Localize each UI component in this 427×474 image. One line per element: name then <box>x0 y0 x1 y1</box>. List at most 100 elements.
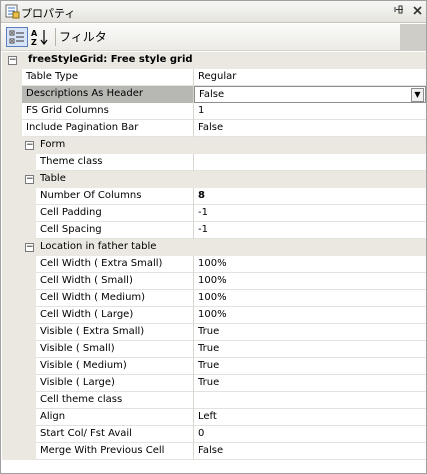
property-row[interactable]: Cell Width ( Medium) 100% <box>2 290 426 307</box>
property-name: Visible ( Small) <box>40 343 115 354</box>
row-gutter <box>2 69 22 86</box>
collapse-icon[interactable]: − <box>8 56 17 65</box>
property-value-text: 1 <box>198 105 205 116</box>
row-gutter <box>2 188 22 205</box>
property-value[interactable]: False <box>194 120 426 137</box>
property-row[interactable]: Number Of Columns 8 <box>2 188 426 205</box>
row-gutter <box>2 290 22 307</box>
collapse-icon[interactable]: − <box>25 243 34 252</box>
property-row[interactable]: Theme class <box>2 154 426 171</box>
property-row[interactable]: Merge With Previous Cell False <box>2 443 426 460</box>
property-value[interactable]: -1 <box>194 222 426 239</box>
row-gutter <box>2 324 22 341</box>
property-value[interactable]: 100% <box>194 290 426 307</box>
property-row[interactable]: Cell Padding -1 <box>2 205 426 222</box>
property-value-text: Regular <box>198 71 237 82</box>
section-title: Location in father table <box>36 239 426 256</box>
row-gutter <box>2 256 22 273</box>
object-header-label: freeStyleGrid: Free style grid <box>22 52 426 69</box>
property-value[interactable]: False <box>194 443 426 460</box>
property-value[interactable]: True <box>194 358 426 375</box>
property-name: Cell Padding <box>40 207 102 218</box>
property-value[interactable]: True <box>194 324 426 341</box>
svg-text:A: A <box>31 29 38 38</box>
row-gutter-inner <box>22 222 36 239</box>
property-row[interactable]: Cell Spacing -1 <box>2 222 426 239</box>
row-gutter-inner <box>22 443 36 460</box>
row-gutter: − <box>2 52 22 69</box>
property-value[interactable] <box>194 154 426 171</box>
collapse-icon[interactable]: − <box>25 175 34 184</box>
property-row[interactable]: Table Type Regular <box>2 69 426 86</box>
property-name: FS Grid Columns <box>26 105 109 116</box>
row-gutter <box>2 426 22 443</box>
property-name: Table Type <box>26 71 79 82</box>
property-name: Cell Width ( Large) <box>40 309 134 320</box>
property-name: Cell Width ( Medium) <box>40 292 146 303</box>
alphabetical-button[interactable]: A Z <box>29 27 51 47</box>
property-row[interactable]: Cell Width ( Extra Small) 100% <box>2 256 426 273</box>
window-title: プロパティ <box>21 7 76 20</box>
property-name: Cell theme class <box>40 394 123 405</box>
row-gutter-inner <box>22 290 36 307</box>
property-row[interactable]: Include Pagination Bar False <box>2 120 426 137</box>
row-gutter-inner <box>22 392 36 409</box>
property-row[interactable]: Visible ( Medium) True <box>2 358 426 375</box>
property-row[interactable]: Visible ( Large) True <box>2 375 426 392</box>
toolbar-right-panel <box>400 24 426 51</box>
property-value[interactable]: 100% <box>194 307 426 324</box>
section-header-row[interactable]: − Table <box>2 171 426 188</box>
property-row[interactable]: Visible ( Extra Small) True <box>2 324 426 341</box>
property-value[interactable]: True <box>194 341 426 358</box>
property-value[interactable]: True <box>194 375 426 392</box>
property-row[interactable]: Cell Width ( Small) 100% <box>2 273 426 290</box>
row-gutter-inner <box>22 205 36 222</box>
section-header-row[interactable]: − Form <box>2 137 426 154</box>
property-value[interactable]: 1 <box>194 103 426 120</box>
row-gutter-inner <box>22 273 36 290</box>
object-header-row[interactable]: − freeStyleGrid: Free style grid <box>2 52 426 69</box>
section-title: Table <box>36 171 426 188</box>
property-row[interactable]: Descriptions As Header False ▼ <box>2 86 426 103</box>
collapse-icon[interactable]: − <box>25 141 34 150</box>
categorized-button[interactable] <box>6 27 28 47</box>
property-value[interactable] <box>194 392 426 409</box>
property-row[interactable]: Cell Width ( Large) 100% <box>2 307 426 324</box>
property-value[interactable]: 100% <box>194 273 426 290</box>
row-gutter <box>2 103 22 120</box>
categorized-icon <box>9 30 24 44</box>
property-value[interactable]: 0 <box>194 426 426 443</box>
property-row[interactable]: FS Grid Columns 1 <box>2 103 426 120</box>
row-gutter-inner <box>22 188 36 205</box>
property-name: Cell Spacing <box>40 224 102 235</box>
row-gutter <box>2 239 22 256</box>
property-value[interactable]: -1 <box>194 205 426 222</box>
property-row[interactable]: Visible ( Small) True <box>2 341 426 358</box>
filter-button[interactable]: フィルタ <box>59 28 107 48</box>
row-gutter <box>2 171 22 188</box>
row-gutter <box>2 358 22 375</box>
property-value[interactable]: Regular <box>194 69 426 86</box>
close-icon <box>413 6 422 15</box>
row-gutter-inner <box>22 375 36 392</box>
section-header-row[interactable]: − Location in father table <box>2 239 426 256</box>
toolbar: A Z フィルタ <box>1 24 426 51</box>
dropdown-arrow-icon[interactable]: ▼ <box>411 88 424 102</box>
property-row[interactable]: Align Left <box>2 409 426 426</box>
property-value[interactable]: 100% <box>194 256 426 273</box>
row-gutter <box>2 392 22 409</box>
row-gutter <box>2 341 22 358</box>
toolbar-separator <box>55 28 56 46</box>
property-value[interactable]: 8 <box>194 188 426 205</box>
close-button[interactable] <box>410 4 425 19</box>
properties-window: プロパティ A Z フィルタ − freeStyleGrid: Free sty… <box>0 0 427 474</box>
pin-glyph <box>394 5 403 14</box>
property-row[interactable]: Start Col/ Fst Avail 0 <box>2 426 426 443</box>
property-row[interactable]: Cell theme class <box>2 392 426 409</box>
pin-icon[interactable] <box>392 4 407 19</box>
property-value[interactable]: False ▼ <box>194 86 426 103</box>
property-value[interactable]: Left <box>194 409 426 426</box>
property-name: Visible ( Extra Small) <box>40 326 145 337</box>
property-name: Merge With Previous Cell <box>40 445 165 456</box>
row-gutter <box>2 375 22 392</box>
